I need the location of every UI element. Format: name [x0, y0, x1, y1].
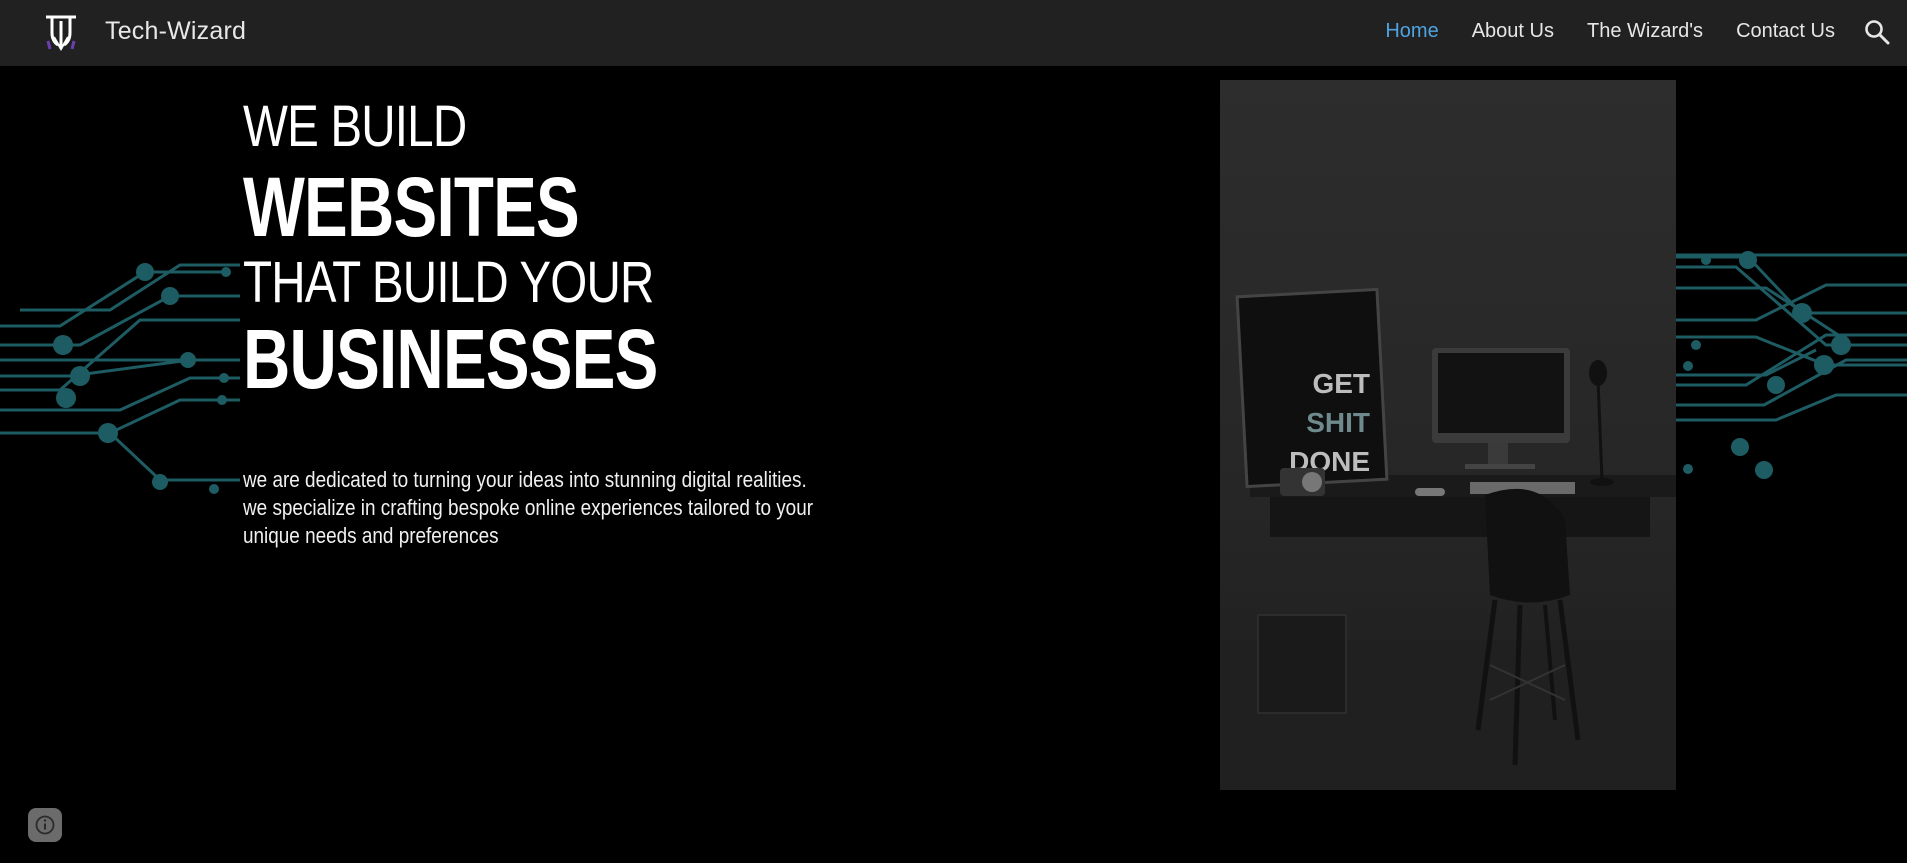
workspace-photo: GET SHIT DONE — [1220, 80, 1676, 790]
headline-line-4: BUSINESSES — [243, 312, 658, 406]
top-navigation-bar: Tech-Wizard Home About Us The Wizard's C… — [0, 0, 1907, 66]
workspace-illustration: GET SHIT DONE — [1220, 80, 1676, 790]
nav-item-contact-us[interactable]: Contact Us — [1736, 20, 1835, 43]
tech-wizard-logo[interactable] — [40, 11, 82, 53]
poster-line-2: SHIT — [1306, 407, 1370, 438]
headline-line-3: THAT BUILD YOUR — [243, 250, 654, 315]
hero-description: we are dedicated to turning your ideas i… — [243, 466, 862, 550]
nav-item-about-us[interactable]: About Us — [1472, 20, 1554, 43]
main-nav: Home About Us The Wizard's Contact Us — [1385, 20, 1835, 43]
circuit-decoration-right — [1676, 251, 1907, 479]
search-icon[interactable] — [1863, 18, 1891, 46]
info-button[interactable] — [28, 808, 62, 842]
nav-item-home[interactable]: Home — [1385, 20, 1438, 43]
headline-line-1: WE BUILD — [243, 94, 467, 159]
nav-item-the-wizards[interactable]: The Wizard's — [1587, 20, 1703, 43]
description-line-1: we are dedicated to turning your ideas i… — [243, 467, 807, 492]
poster-line-1: GET — [1312, 368, 1370, 399]
headline-line-2: WEBSITES — [243, 160, 580, 254]
circuit-decoration-left — [0, 263, 240, 494]
site-title[interactable]: Tech-Wizard — [105, 17, 246, 46]
description-line-2: we specialize in crafting bespoke online… — [243, 495, 814, 548]
info-icon — [35, 815, 55, 835]
